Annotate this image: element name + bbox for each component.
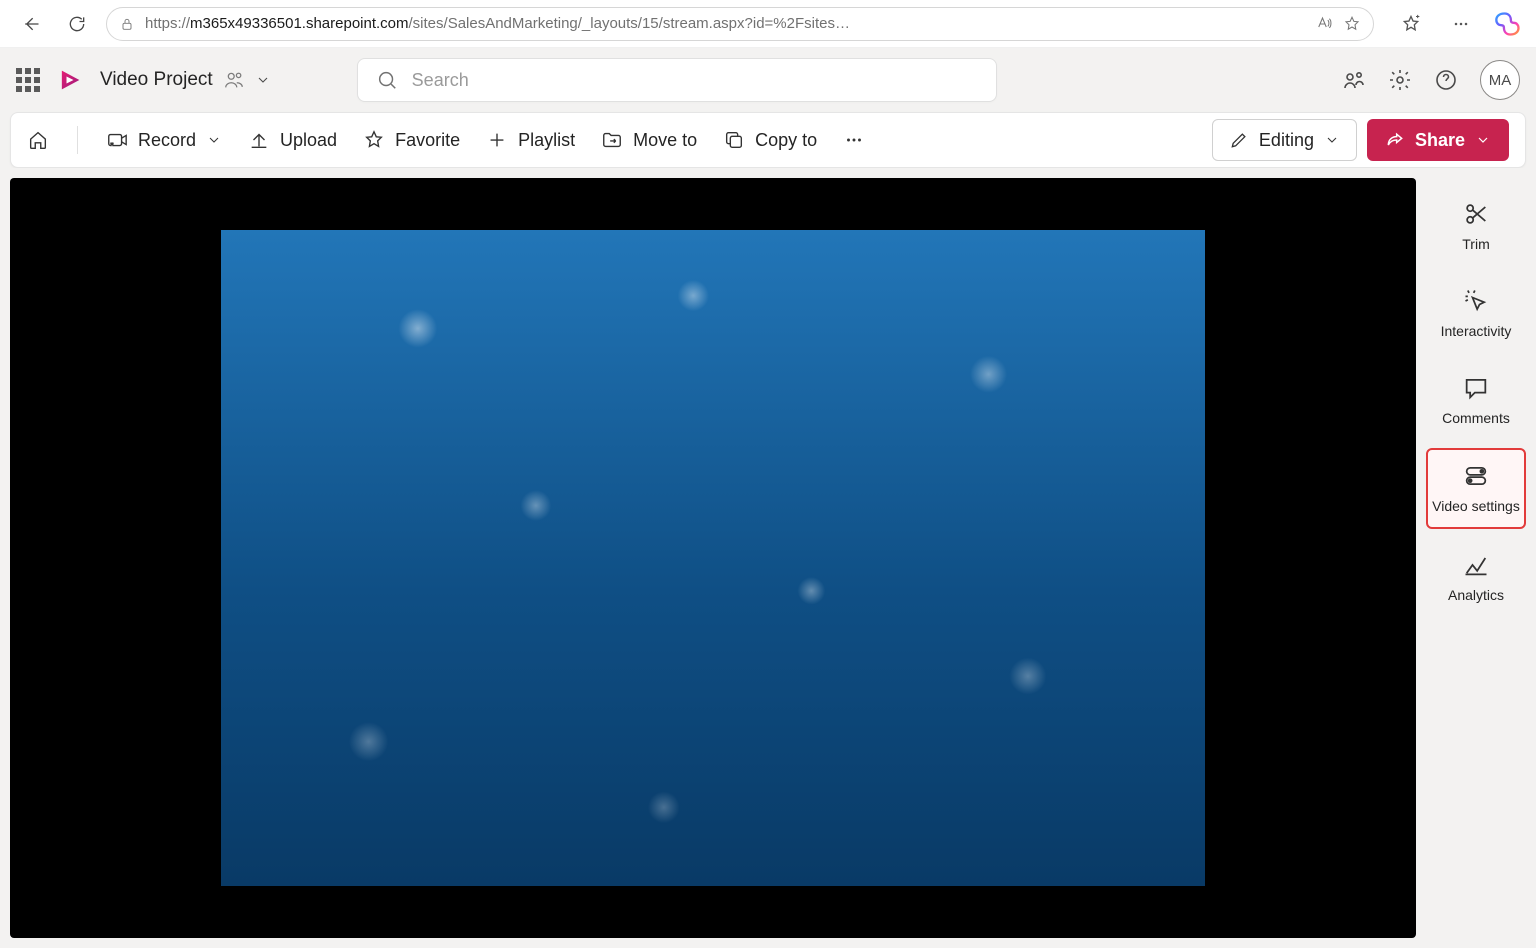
analytics-tab[interactable]: Analytics (1426, 539, 1526, 616)
cursor-click-icon (1462, 287, 1490, 315)
move-icon (601, 129, 623, 151)
record-icon (106, 129, 128, 151)
arrow-left-icon (21, 14, 41, 34)
back-button[interactable] (14, 7, 48, 41)
refresh-icon (67, 14, 87, 34)
header-right: MA (1342, 60, 1520, 100)
share-label: Share (1415, 130, 1465, 151)
video-stage[interactable] (10, 178, 1416, 938)
search-icon (376, 69, 398, 91)
upload-icon (248, 129, 270, 151)
comment-icon (1462, 374, 1490, 402)
ellipsis-icon (1451, 14, 1471, 34)
playlist-label: Playlist (518, 130, 575, 151)
people-icon (223, 69, 245, 91)
pencil-icon (1229, 130, 1249, 150)
share-icon (1385, 130, 1405, 150)
record-label: Record (138, 130, 196, 151)
favorite-button[interactable]: Favorite (363, 129, 460, 151)
search-box[interactable] (357, 58, 997, 102)
avatar-initials: MA (1489, 72, 1512, 89)
editing-mode-button[interactable]: Editing (1212, 119, 1357, 161)
copy-to-label: Copy to (755, 130, 817, 151)
search-input[interactable] (412, 70, 978, 91)
scissors-icon (1462, 200, 1490, 228)
content-area: Trim Interactivity Comments Video settin… (0, 168, 1536, 948)
interactivity-label: Interactivity (1441, 323, 1512, 340)
more-button[interactable] (1444, 7, 1478, 41)
chevron-down-icon (1475, 132, 1491, 148)
lock-icon (119, 16, 135, 32)
plus-icon (486, 129, 508, 151)
browser-bar: https://m365x49336501.sharepoint.com/sit… (0, 0, 1536, 48)
comments-label: Comments (1442, 410, 1510, 427)
separator (77, 126, 78, 154)
toggles-icon (1462, 462, 1490, 490)
trim-label: Trim (1462, 236, 1489, 253)
star-outline-icon[interactable] (1343, 15, 1361, 33)
more-actions-button[interactable] (843, 129, 865, 151)
help-icon[interactable] (1434, 68, 1458, 92)
video-settings-tab[interactable]: Video settings (1426, 448, 1526, 529)
analytics-label: Analytics (1448, 587, 1504, 604)
app-header: Video Project MA (0, 48, 1536, 112)
document-title: Video Project (100, 69, 213, 91)
playlist-button[interactable]: Playlist (486, 129, 575, 151)
read-aloud-icon[interactable] (1315, 15, 1333, 33)
move-to-button[interactable]: Move to (601, 129, 697, 151)
app-launcher[interactable] (16, 68, 40, 92)
share-button[interactable]: Share (1367, 119, 1509, 161)
star-plus-icon (1401, 14, 1421, 34)
copy-icon (723, 129, 745, 151)
chevron-down-icon (206, 132, 222, 148)
document-title-area[interactable]: Video Project (100, 69, 271, 91)
upload-button[interactable]: Upload (248, 129, 337, 151)
copilot-icon[interactable] (1494, 10, 1522, 38)
side-panel: Trim Interactivity Comments Video settin… (1426, 178, 1536, 938)
favorite-label: Favorite (395, 130, 460, 151)
favorites-button[interactable] (1394, 7, 1428, 41)
comments-tab[interactable]: Comments (1426, 362, 1526, 439)
toolbar-wrap: Record Upload Favorite Playlist Move to (0, 112, 1536, 168)
toolbar-left: Record Upload Favorite Playlist Move to (27, 126, 1204, 154)
analytics-icon (1462, 551, 1490, 579)
browser-right-icons (1386, 7, 1522, 41)
home-icon (27, 129, 49, 151)
chevron-down-icon (1324, 132, 1340, 148)
upload-label: Upload (280, 130, 337, 151)
chevron-down-icon (255, 72, 271, 88)
stream-logo-icon[interactable] (56, 66, 84, 94)
video-frame (221, 230, 1205, 886)
teams-share-icon[interactable] (1342, 68, 1366, 92)
trim-tab[interactable]: Trim (1426, 188, 1526, 265)
url-text: https://m365x49336501.sharepoint.com/sit… (145, 15, 1305, 32)
record-button[interactable]: Record (106, 129, 222, 151)
interactivity-tab[interactable]: Interactivity (1426, 275, 1526, 352)
video-settings-label: Video settings (1432, 498, 1520, 515)
gear-icon[interactable] (1388, 68, 1412, 92)
toolbar-right: Editing Share (1212, 119, 1509, 161)
home-button[interactable] (27, 129, 49, 151)
ellipsis-icon (843, 129, 865, 151)
copy-to-button[interactable]: Copy to (723, 129, 817, 151)
toolbar: Record Upload Favorite Playlist Move to (10, 112, 1526, 168)
editing-label: Editing (1259, 130, 1314, 151)
address-bar[interactable]: https://m365x49336501.sharepoint.com/sit… (106, 7, 1374, 41)
refresh-button[interactable] (60, 7, 94, 41)
avatar[interactable]: MA (1480, 60, 1520, 100)
star-icon (363, 129, 385, 151)
move-to-label: Move to (633, 130, 697, 151)
